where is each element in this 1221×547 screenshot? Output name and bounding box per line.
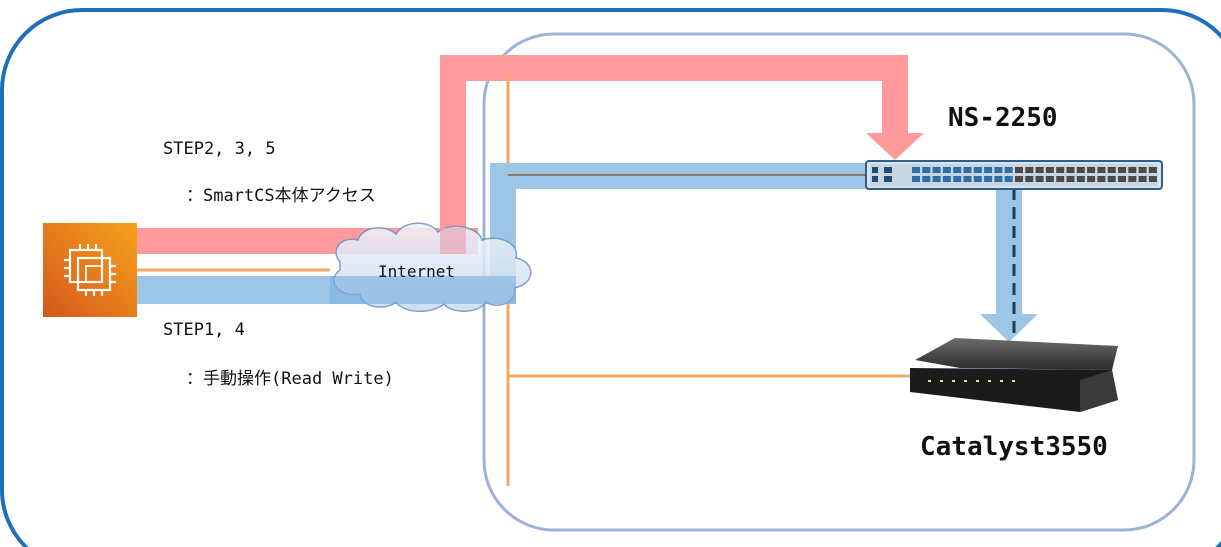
red-path-through-cloud <box>440 228 466 254</box>
switch-port <box>973 167 982 173</box>
switch-port <box>953 167 962 173</box>
switch-port <box>1138 176 1147 182</box>
switch-port <box>1107 176 1116 182</box>
router-led <box>964 380 967 382</box>
diagram-canvas <box>0 8 1221 547</box>
switch-port <box>1066 176 1075 182</box>
switch-port <box>963 176 972 182</box>
network-diagram: STEP2, 3, 5 ：SmartCS本体アクセス STEP1, 4 ：手動操… <box>0 0 1221 547</box>
switch-port <box>984 176 993 182</box>
catalyst3550-label: Catalyst3550 <box>920 432 1108 462</box>
switch-port <box>942 176 951 182</box>
switch-port <box>994 176 1003 182</box>
switch-port <box>1097 176 1106 182</box>
switch-port <box>942 167 951 173</box>
switch-port <box>922 167 931 173</box>
switch-port <box>1004 176 1013 182</box>
switch-port <box>1087 167 1096 173</box>
ns2250-label: NS-2250 <box>948 103 1058 133</box>
router-led <box>1000 380 1003 382</box>
router-led <box>940 380 943 382</box>
internet-label: Internet <box>378 262 456 281</box>
switch-port <box>1035 167 1044 173</box>
switch-port <box>1066 167 1075 173</box>
switch-port <box>1056 167 1065 173</box>
switch-port <box>1138 167 1147 173</box>
catalyst3550-router-icon <box>910 338 1118 412</box>
switch-port <box>1128 176 1137 182</box>
switch-port <box>1015 167 1023 173</box>
switch-port <box>1004 167 1013 173</box>
switch-port <box>1025 167 1034 173</box>
step-235-description: ：SmartCS本体アクセス <box>186 186 376 206</box>
router-led <box>988 380 991 382</box>
switch-port <box>994 167 1003 173</box>
switch-port <box>912 176 920 182</box>
switch-port <box>1076 167 1085 173</box>
switch-port <box>984 167 993 173</box>
switch-port <box>1087 176 1096 182</box>
switch-port <box>1097 167 1106 173</box>
aws-ec2-chip-icon <box>43 223 137 317</box>
switch-port <box>1148 167 1157 173</box>
switch-port <box>1118 176 1126 182</box>
switch-port <box>1045 167 1054 173</box>
step-14-description: ：手動操作(Read Write) <box>186 369 394 389</box>
switch-port <box>932 176 941 182</box>
router-led <box>976 380 979 382</box>
switch-port <box>973 176 982 182</box>
step-14-label: STEP1, 4 <box>163 320 245 340</box>
switch-port <box>1118 167 1126 173</box>
switch-port <box>963 167 972 173</box>
switch-port <box>1128 167 1137 173</box>
switch-port <box>1035 176 1044 182</box>
switch-port <box>953 176 962 182</box>
step-235-label: STEP2, 3, 5 <box>163 139 276 159</box>
switch-port <box>912 167 920 173</box>
switch-port <box>932 167 941 173</box>
router-led <box>952 380 955 382</box>
router-led <box>928 380 931 382</box>
switch-port <box>1107 167 1116 173</box>
switch-port <box>922 176 931 182</box>
switch-port <box>1045 176 1054 182</box>
switch-port <box>1148 176 1157 182</box>
switch-port <box>1056 176 1065 182</box>
switch-port <box>1025 176 1034 182</box>
switch-port <box>1015 176 1023 182</box>
ns2250-switch-icon <box>865 160 1163 190</box>
switch-port <box>1076 176 1085 182</box>
router-led <box>1012 380 1015 382</box>
